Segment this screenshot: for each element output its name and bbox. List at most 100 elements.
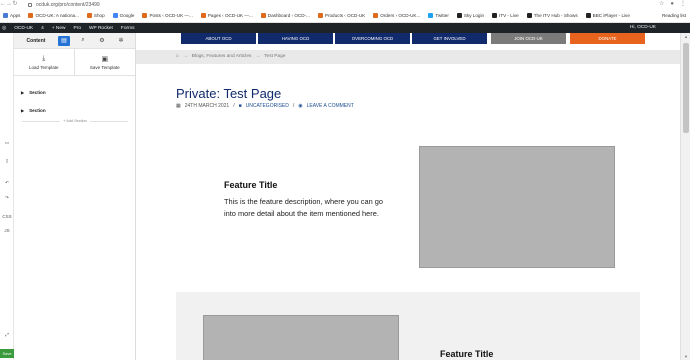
breadcrumb-separator: → (182, 54, 188, 59)
section-label: Section (29, 108, 46, 113)
bookmark-item[interactable]: Sky Login (456, 13, 485, 18)
redo-icon[interactable]: ↷ (0, 195, 14, 201)
menu-icon[interactable]: ⋮ (680, 0, 686, 9)
section-item-1[interactable]: ▶ Section (21, 90, 46, 95)
bookmark-label: Shop (93, 13, 105, 18)
wp-admin-bar-updates[interactable]: 4 (41, 26, 44, 31)
download-icon: ⤓ (42, 54, 46, 62)
home-icon[interactable]: ⌂ (176, 54, 179, 59)
bookmark-label: The ITV Hub - Shows (533, 13, 578, 18)
builder-tabs: Content ▤ ⌕ ⚙ ✲ (14, 33, 135, 49)
meta-separator: / (233, 103, 235, 109)
bookmark-favicon-icon (28, 13, 34, 18)
section-label: Section (29, 90, 46, 95)
bookmark-item[interactable]: BBC iPlayer - Live (585, 13, 630, 18)
preview-scrollbar[interactable]: ▲ ▼ (680, 33, 690, 360)
layout-tab-icon[interactable]: ▤ (58, 35, 70, 46)
bookmark-label: Apps (10, 13, 21, 18)
save-button[interactable]: Save (0, 349, 14, 358)
scrollbar-thumb[interactable] (683, 43, 689, 133)
load-template-label: Load Template (29, 64, 59, 70)
preview-icon[interactable]: ⤢ (0, 332, 14, 337)
bookmark-favicon-icon (260, 13, 266, 18)
js-button[interactable]: JS (0, 228, 14, 233)
leave-comment-link[interactable]: LEAVE A COMMENT (307, 103, 354, 109)
desktop-view-icon[interactable]: ▭ (0, 140, 14, 146)
scroll-down-icon[interactable]: ▼ (681, 354, 690, 359)
folder-icon: ■ (238, 103, 242, 109)
save-icon: ▣ (101, 55, 109, 63)
bookmark-item[interactable]: Products ‹ OCD-UK (317, 13, 365, 18)
feature-description: This is the feature description, where y… (224, 197, 383, 218)
reload-icon[interactable]: ↻ (12, 0, 18, 9)
wordpress-logo-icon[interactable]: ◎ (2, 26, 6, 31)
save-template-button[interactable]: ▣ Save Template (75, 49, 136, 75)
bookmark-item[interactable]: Dashboard ‹ OCD-... (260, 13, 310, 18)
section-item-2[interactable]: ▶ Section (21, 108, 46, 113)
wp-admin-bar-forms[interactable]: Forms (121, 26, 135, 31)
post-meta: ▦ 24TH MARCH 2021 / ■ UNCATEGORISED / ◉ … (176, 103, 354, 109)
bookmark-label: Pages ‹ OCD-UK —... (207, 13, 253, 18)
search-icon[interactable]: ⌕ (77, 36, 89, 46)
bookmark-favicon-icon (86, 13, 92, 18)
breadcrumb-parent[interactable]: Blogs, Features and Articles (192, 54, 252, 59)
template-actions: ⤓ Load Template ▣ Save Template (14, 49, 135, 76)
nav-item[interactable]: GET INVOLVED (412, 33, 487, 44)
page-preview: ABOUT OCD HAVING OCD OVERCOMING OCD GET INV… (136, 33, 680, 360)
bookmark-item[interactable]: Twitter (428, 13, 449, 18)
mobile-view-icon[interactable]: ▯ (0, 158, 14, 164)
profile-icon[interactable]: ● (670, 0, 674, 9)
bookmark-favicon-icon (585, 13, 591, 18)
wp-admin-bar-site[interactable]: OCD-UK (14, 26, 33, 31)
wp-admin-bar-account[interactable]: Hi, OCD-UK (630, 23, 656, 33)
nav-item[interactable]: OVERCOMING OCD (335, 33, 410, 44)
reading-list-button[interactable]: Reading list (662, 9, 686, 22)
tab-content[interactable]: Content (14, 38, 58, 44)
bookmark-item[interactable]: The ITV Hub - Shows (526, 13, 578, 18)
bookmark-label: Sky Login (463, 13, 485, 18)
bookmark-label: Google (119, 13, 135, 18)
bookmark-label: OCD-UK: A nationa... (35, 13, 79, 18)
bookmark-label: ITV - Live (499, 13, 519, 18)
nav-item[interactable]: JOIN OCD-UK (491, 33, 566, 44)
breadcrumb-current: Test Page (264, 54, 286, 59)
post-category-link[interactable]: UNCATEGORISED (246, 103, 289, 109)
bookmark-label: Orders ‹ OCD-UK... (380, 13, 421, 18)
star-icon[interactable]: ☆ (659, 0, 664, 9)
bookmark-item[interactable]: Posts ‹ OCD-UK —... (142, 13, 193, 18)
settings-gear-icon[interactable]: ✲ (115, 36, 127, 46)
bookmark-item[interactable]: Orders ‹ OCD-UK... (373, 13, 420, 18)
wp-admin-bar-pro[interactable]: Pro (74, 26, 81, 31)
post-date: 24TH MARCH 2021 (184, 103, 230, 109)
url-field[interactable]: ocduk.org/pro/content/23499 (36, 2, 100, 8)
caret-right-icon: ▶ (21, 90, 25, 95)
bookmark-favicon-icon (428, 13, 434, 18)
nav-item[interactable]: ABOUT OCD (181, 33, 256, 44)
nav-item[interactable]: DONATE (570, 33, 645, 44)
add-section-button[interactable]: + Add Section (14, 119, 136, 123)
nav-item[interactable]: HAVING OCD (258, 33, 333, 44)
wp-admin-bar-new[interactable]: + New (52, 26, 66, 31)
load-template-button[interactable]: ⤓ Load Template (14, 49, 75, 75)
meta-separator: / (292, 103, 295, 109)
bookmark-item[interactable]: Shop (86, 13, 105, 18)
bookmark-item[interactable]: Pages ‹ OCD-UK —... (200, 13, 253, 18)
bookmark-item[interactable]: Google (112, 13, 135, 18)
bookmark-favicon-icon (373, 13, 379, 18)
bookmark-label: Dashboard ‹ OCD-... (267, 13, 310, 18)
bookmark-favicon-icon (200, 13, 206, 18)
comment-icon: ◉ (298, 103, 303, 109)
bookmark-item[interactable]: ITV - Live (492, 13, 519, 18)
wp-admin-bar-wp-rocket[interactable]: WP Rocket (89, 26, 113, 31)
bookmark-favicon-icon (3, 13, 8, 18)
css-button[interactable]: CSS (0, 214, 14, 219)
feature-image-placeholder (419, 146, 615, 268)
calendar-icon: ▦ (176, 103, 181, 109)
bookmark-item[interactable]: Apps (3, 13, 20, 18)
bookmark-favicon-icon (112, 13, 118, 18)
builder-tool-strip: ▭ ▯ ↶ ↷ CSS JS ⤢ Save (0, 33, 14, 360)
bookmark-item[interactable]: OCD-UK: A nationa... (28, 13, 79, 18)
scroll-up-icon[interactable]: ▲ (681, 34, 690, 39)
undo-icon[interactable]: ↶ (0, 180, 14, 186)
gear-icon[interactable]: ⚙ (96, 36, 108, 46)
